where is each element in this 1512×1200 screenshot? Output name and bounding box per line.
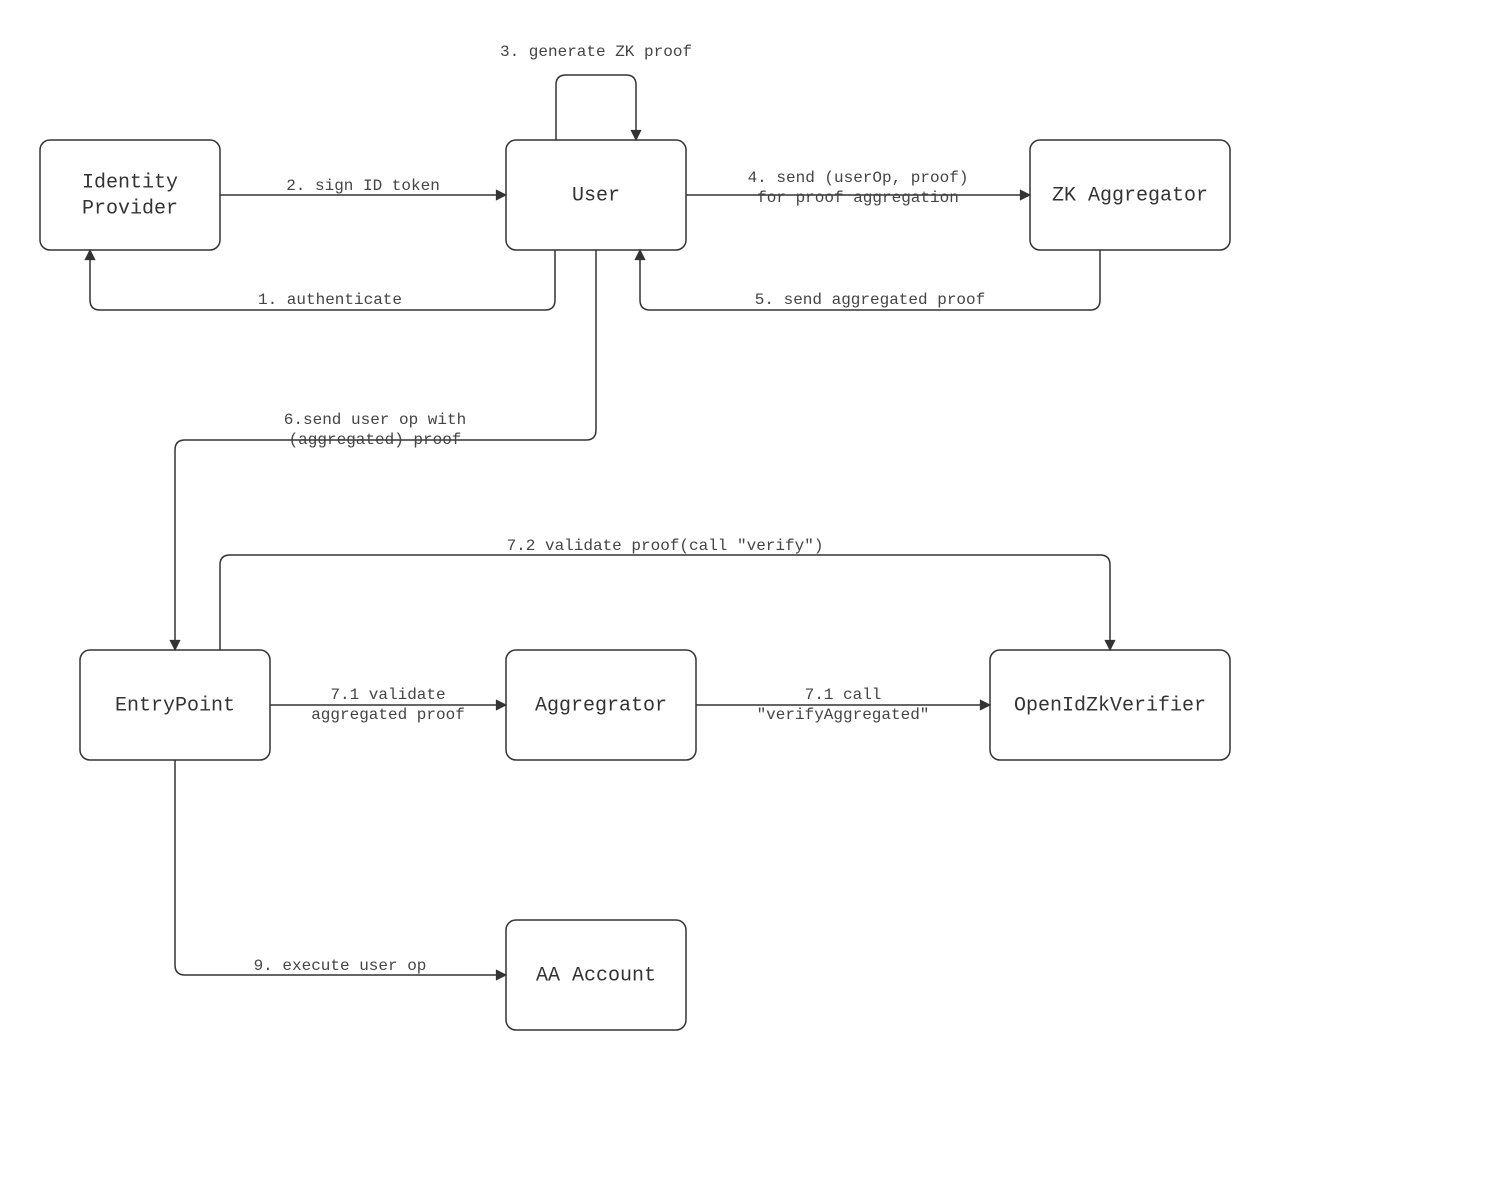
edge-send-aggregated-proof: 5. send aggregated proof	[640, 250, 1100, 310]
svg-text:"verifyAggregated": "verifyAggregated"	[757, 706, 930, 724]
edge-validate-aggregated-proof: 7.1 validate aggregated proof	[270, 686, 506, 724]
svg-text:for proof aggregation: for proof aggregation	[757, 189, 959, 207]
label-identity-provider-line2: Provider	[82, 197, 178, 220]
edge-generate-zk-proof: 3. generate ZK proof	[500, 43, 692, 140]
svg-text:3. generate ZK proof: 3. generate ZK proof	[500, 43, 692, 61]
node-user: User	[506, 140, 686, 250]
label-verifier: OpenIdZkVerifier	[1014, 694, 1206, 717]
edge-send-userop-proof: 4. send (userOp, proof) for proof aggreg…	[686, 169, 1030, 207]
node-identity-provider: Identity Provider	[40, 140, 220, 250]
label-zk-aggregator: ZK Aggregator	[1052, 184, 1208, 207]
edge-execute-user-op: 9. execute user op	[175, 760, 506, 975]
node-zk-aggregator: ZK Aggregator	[1030, 140, 1230, 250]
label-aa-account: AA Account	[536, 964, 656, 987]
svg-text:aggregated proof: aggregated proof	[311, 706, 465, 724]
label-user: User	[572, 184, 620, 207]
svg-text:7.1 validate: 7.1 validate	[330, 686, 445, 704]
svg-text:(aggregated) proof: (aggregated) proof	[289, 431, 462, 449]
label-entrypoint: EntryPoint	[115, 694, 235, 717]
node-aggregator: Aggregrator	[506, 650, 696, 760]
svg-text:4. send (userOp, proof): 4. send (userOp, proof)	[748, 169, 969, 187]
node-entrypoint: EntryPoint	[80, 650, 270, 760]
svg-text:1. authenticate: 1. authenticate	[258, 291, 402, 309]
label-aggregator: Aggregrator	[535, 694, 667, 717]
svg-text:9. execute user op: 9. execute user op	[254, 957, 427, 975]
label-identity-provider-line1: Identity	[82, 171, 178, 194]
node-aa-account: AA Account	[506, 920, 686, 1030]
edge-sign-id-token: 2. sign ID token	[220, 177, 506, 195]
svg-text:7.1 call: 7.1 call	[805, 686, 882, 704]
node-verifier: OpenIdZkVerifier	[990, 650, 1230, 760]
svg-text:6.send user op with: 6.send user op with	[284, 411, 466, 429]
edge-call-verify-aggregated: 7.1 call "verifyAggregated"	[696, 686, 990, 724]
diagram-canvas: Identity Provider User ZK Aggregator Ent…	[0, 0, 1512, 1200]
svg-text:7.2 validate proof(call "verif: 7.2 validate proof(call "verify")	[507, 537, 824, 555]
edge-validate-proof: 7.2 validate proof(call "verify")	[220, 537, 1110, 650]
svg-text:2. sign ID token: 2. sign ID token	[286, 177, 440, 195]
svg-text:5. send aggregated proof: 5. send aggregated proof	[755, 291, 985, 309]
edge-authenticate: 1. authenticate	[90, 250, 555, 310]
